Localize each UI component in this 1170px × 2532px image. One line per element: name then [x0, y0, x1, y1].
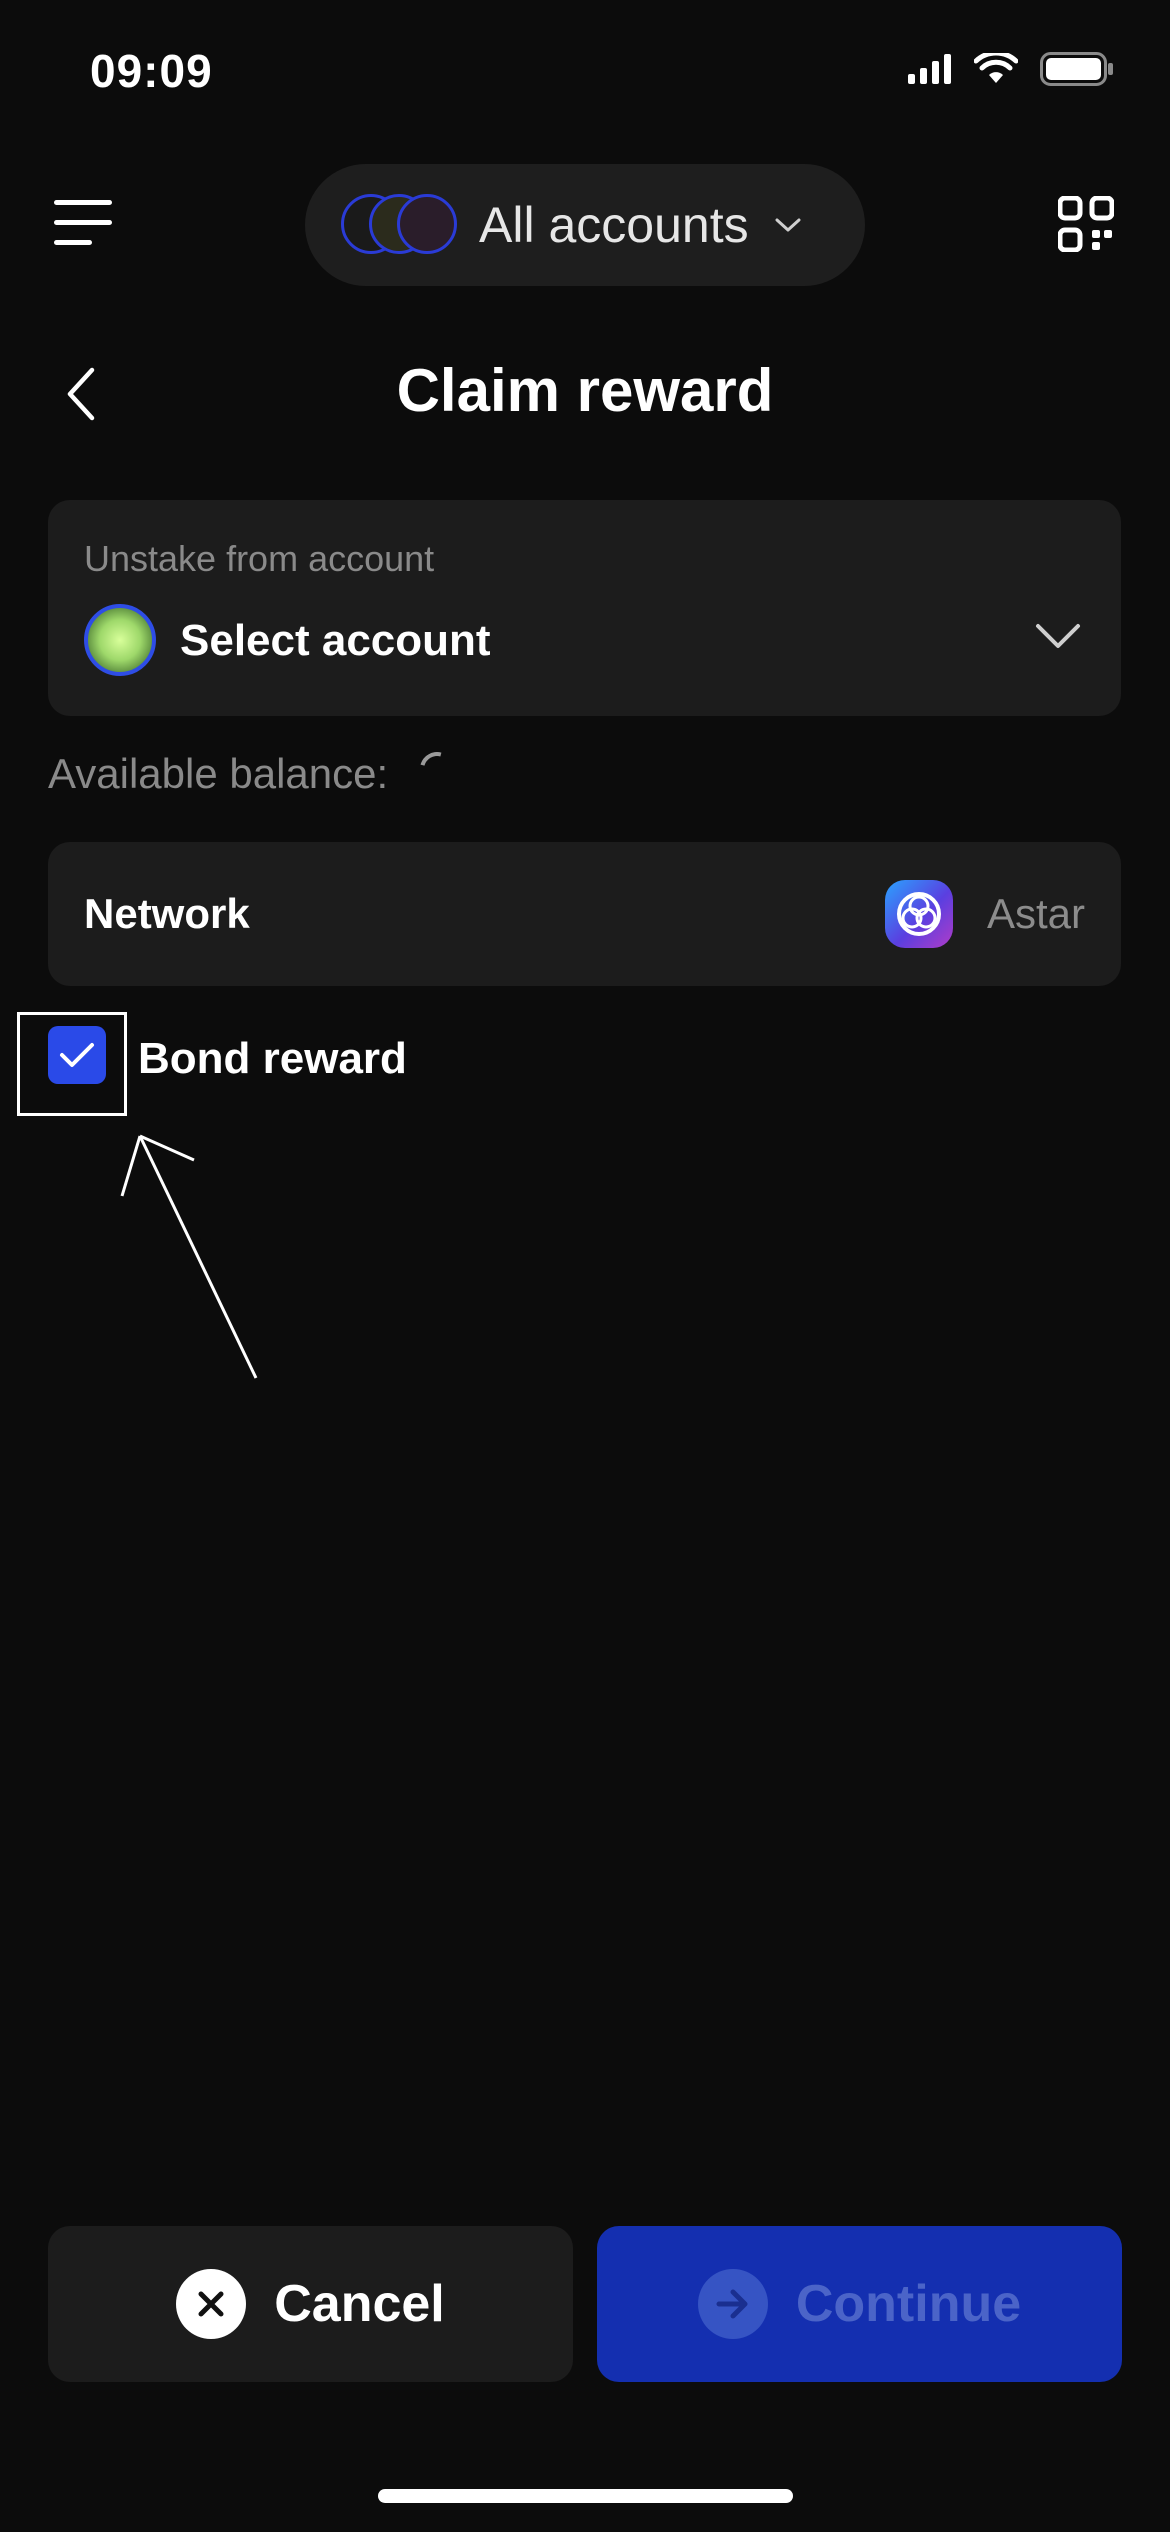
chevron-down-icon: [1036, 624, 1080, 648]
bond-reward-checkbox[interactable]: [48, 1026, 106, 1084]
arrow-right-circle-icon: [697, 2269, 768, 2339]
home-indicator[interactable]: [378, 2489, 793, 2503]
status-icons: [908, 52, 1114, 86]
account-avatar: [84, 604, 156, 676]
bond-reward-label[interactable]: Bond reward: [138, 1034, 407, 1084]
signal-icon: [908, 54, 951, 84]
network-label: Network: [84, 890, 250, 937]
wifi-icon: [974, 53, 1018, 83]
qr-scan-button[interactable]: [1057, 195, 1115, 253]
menu-icon: [54, 200, 112, 245]
account-selector-label: All accounts: [479, 197, 749, 253]
account-avatars: [341, 190, 461, 260]
qr-code-icon: [1057, 195, 1115, 253]
chevron-down-icon: [775, 218, 801, 232]
page-title: Claim reward: [396, 357, 774, 424]
loading-spinner-icon: [413, 745, 461, 793]
account-field-value: Select account: [180, 616, 491, 665]
cancel-label: Cancel: [274, 2275, 445, 2333]
network-field: Network Astar: [48, 842, 1121, 986]
account-select-field[interactable]: Unstake from account Select account: [48, 500, 1121, 716]
account-selector[interactable]: All accounts: [305, 164, 865, 286]
checkmark-icon: [60, 1043, 94, 1067]
avatar: [397, 194, 457, 254]
network-value: Astar: [986, 890, 1085, 937]
battery-icon: [1040, 52, 1113, 86]
continue-label: Continue: [795, 2275, 1022, 2333]
annotation-arrow-icon: [120, 1134, 258, 1379]
close-circle-icon: [176, 2269, 247, 2339]
account-field-caption: Unstake from account: [84, 538, 435, 579]
menu-button[interactable]: [52, 196, 116, 252]
status-time: 09:09: [90, 45, 213, 97]
cancel-button[interactable]: Cancel: [48, 2226, 573, 2382]
available-balance-label: Available balance:: [48, 750, 389, 797]
continue-button[interactable]: Continue: [597, 2226, 1122, 2382]
astar-logo-icon: [885, 880, 953, 948]
